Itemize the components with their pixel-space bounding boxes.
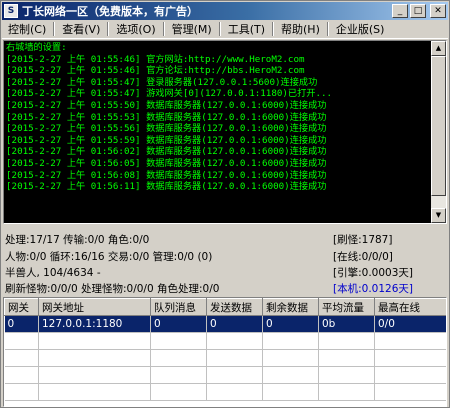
local-uptime: [本机:0.0126天]	[333, 283, 413, 295]
menu-separator	[326, 22, 329, 36]
table-header-row: 网关 网关地址 队列消息 发送数据 剩余数据 平均流量 最高在线	[4, 298, 446, 316]
window-controls: _ □ ✕	[392, 4, 446, 18]
status-panel: 处理:17/17 传输:0/0 角色:0/0 人物:0/0 循环:16/16 交…	[3, 227, 447, 299]
scroll-thumb[interactable]	[431, 56, 446, 196]
menu-tools[interactable]: 工具(T)	[222, 21, 271, 38]
gateway-table[interactable]: 网关 网关地址 队列消息 发送数据 剩余数据 平均流量 最高在线 0 127.0…	[3, 297, 447, 407]
menu-help[interactable]: 帮助(H)	[275, 21, 326, 38]
log-panel[interactable]: 右城墙的设置: [2015-2-27 上午 01:55:46] 官方网站:htt…	[3, 40, 447, 224]
menu-separator	[272, 22, 275, 36]
menu-options[interactable]: 选项(O)	[110, 21, 161, 38]
engine-uptime: [引擎:0.0003天]	[333, 267, 413, 279]
column-header-avg-traffic[interactable]: 平均流量	[318, 298, 375, 316]
column-header-peak-online[interactable]: 最高在线	[374, 298, 446, 316]
log-line: [2015-2-27 上午 01:55:59] 数据库服务器(127.0.0.1…	[6, 134, 327, 146]
main-window: S 丁长网络一区（免费版本，有广告） _ □ ✕ 控制(C) 查看(V) 选项(…	[0, 0, 450, 408]
column-header-gateway[interactable]: 网关	[4, 298, 39, 316]
scroll-down-arrow-icon[interactable]: ▼	[431, 208, 446, 223]
gateway-grid: 网关 网关地址 队列消息 发送数据 剩余数据 平均流量 最高在线 0 127.0…	[4, 298, 446, 401]
menu-bar: 控制(C) 查看(V) 选项(O) 管理(M) 工具(T) 帮助(H) 企业版(…	[2, 20, 448, 39]
table-row-empty[interactable]	[4, 383, 446, 401]
log-line: [2015-2-27 上午 01:55:47] 游戏网关[0](127.0.0.…	[6, 88, 333, 100]
log-lines: 右城墙的设置: [2015-2-27 上午 01:55:46] 官方网站:htt…	[6, 42, 430, 193]
refresh-counter: [刷怪:1787]	[333, 234, 393, 246]
log-line: [2015-2-27 上午 01:55:50] 数据库服务器(127.0.0.1…	[6, 99, 327, 111]
log-line: [2015-2-27 上午 01:55:46] 官方论坛:http://bbs.…	[6, 65, 305, 77]
table-row-empty[interactable]	[4, 349, 446, 367]
log-line: [2015-2-27 上午 01:55:46] 官方网站:http://www.…	[6, 53, 305, 65]
window-title: 丁长网络一区（免费版本，有广告）	[22, 5, 198, 18]
log-line: [2015-2-27 上午 01:55:56] 数据库服务器(127.0.0.1…	[6, 123, 327, 135]
log-scrollbar[interactable]: ▲ ▼	[431, 41, 446, 223]
column-header-address[interactable]: 网关地址	[38, 298, 151, 316]
status-players: 人物:0/0 循环:16/16 交易:0/0 管理:0/0 (0)	[5, 251, 213, 263]
menu-separator	[218, 22, 221, 36]
column-header-sent[interactable]: 发送数据	[206, 298, 263, 316]
menu-separator	[162, 22, 165, 36]
status-processing: 处理:17/17 传输:0/0 角色:0/0	[5, 234, 150, 246]
column-header-remaining[interactable]: 剩余数据	[262, 298, 319, 316]
maximize-button[interactable]: □	[410, 4, 426, 18]
log-line: [2015-2-27 上午 01:56:11] 数据库服务器(127.0.0.1…	[6, 181, 327, 193]
table-row-empty[interactable]	[4, 332, 446, 350]
menu-separator	[53, 22, 56, 36]
cell-remaining: 0	[262, 315, 319, 333]
table-row-empty[interactable]	[4, 366, 446, 384]
app-icon: S	[4, 4, 18, 18]
cell-queue: 0	[150, 315, 207, 333]
menu-enterprise[interactable]: 企业版(S)	[330, 21, 391, 38]
log-line: [2015-2-27 上午 01:56:08] 数据库服务器(127.0.0.1…	[6, 169, 327, 181]
log-line: [2015-2-27 上午 01:55:53] 数据库服务器(127.0.0.1…	[6, 111, 327, 123]
menu-separator	[107, 22, 110, 36]
close-button[interactable]: ✕	[430, 4, 446, 18]
menu-control[interactable]: 控制(C)	[2, 21, 52, 38]
log-line: [2015-2-27 上午 01:56:05] 数据库服务器(127.0.0.1…	[6, 157, 327, 169]
log-line: [2015-2-27 上午 01:55:47] 登录服务器(127.0.0.1:…	[6, 76, 318, 88]
cell-gateway: 0	[4, 315, 39, 333]
menu-manage[interactable]: 管理(M)	[166, 21, 218, 38]
log-line: [2015-2-27 上午 01:56:02] 数据库服务器(127.0.0.1…	[6, 146, 327, 158]
cell-sent: 0	[206, 315, 263, 333]
title-bar[interactable]: S 丁长网络一区（免费版本，有广告） _ □ ✕	[2, 2, 448, 20]
cell-peak-online: 0/0	[374, 315, 446, 333]
status-monster: 半兽人, 104/4634 -	[5, 267, 101, 279]
online-counter: [在线:0/0/0]	[333, 251, 393, 263]
scroll-up-arrow-icon[interactable]: ▲	[431, 41, 446, 56]
cell-address: 127.0.0.1:1180	[38, 315, 151, 333]
minimize-button[interactable]: _	[392, 4, 408, 18]
status-refresh-monsters: 刷新怪物:0/0/0 处理怪物:0/0/0 角色处理:0/0	[5, 283, 220, 295]
menu-view[interactable]: 查看(V)	[56, 21, 106, 38]
table-row[interactable]: 0 127.0.0.1:1180 0 0 0 0b 0/0	[4, 315, 446, 333]
log-line: 右城墙的设置:	[6, 42, 67, 53]
cell-avg-traffic: 0b	[318, 315, 375, 333]
column-header-queue[interactable]: 队列消息	[150, 298, 207, 316]
